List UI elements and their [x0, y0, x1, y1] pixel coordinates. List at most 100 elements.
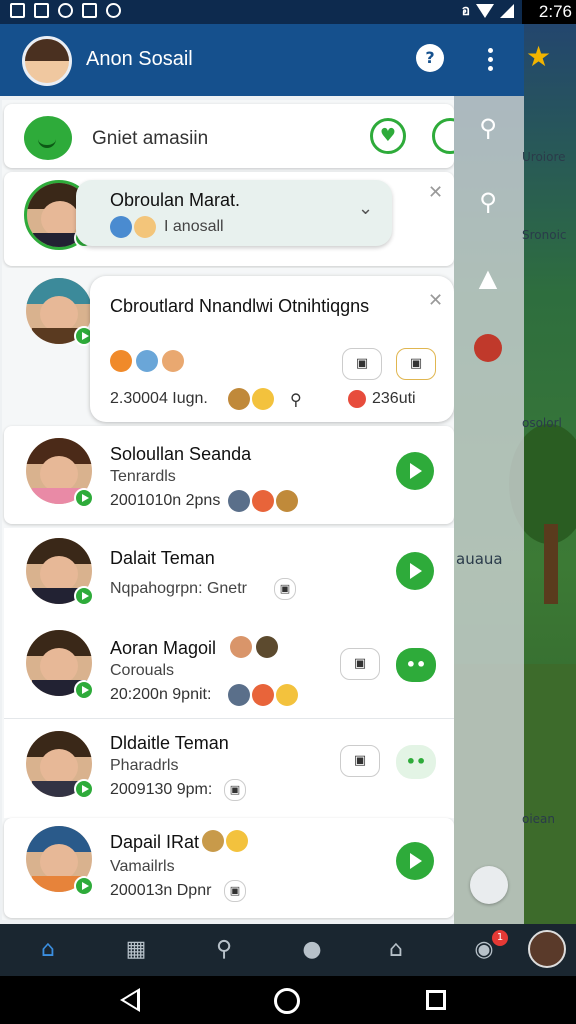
chat-row[interactable]: Dalait Teman Nqpahogrpn: Gnetr ▣: [4, 528, 454, 622]
chat-preview-card[interactable]: Obroulan Marat. I anosall ⌄: [76, 180, 392, 246]
more-options-icon[interactable]: [482, 46, 498, 74]
emoji-icon: [348, 390, 366, 408]
timestamp: 2.30004 Iugn.: [110, 390, 208, 407]
chat-row[interactable]: Dapail IRat Vamailrls 200013n Dpnr ▣: [4, 818, 454, 918]
video-call-button[interactable]: ▣: [342, 348, 382, 380]
online-status-icon: [74, 876, 94, 896]
app-screen: ★ อ 2:76 Anon Sosail ? ⚲ ⚲ ▲ Uroiore Sro…: [0, 0, 576, 1024]
contact-name: Dapail IRat: [110, 832, 200, 852]
store-icon[interactable]: ⌂: [378, 934, 414, 966]
emoji-icon: [252, 388, 274, 410]
last-message: Nqpahogrpn: Gnetr: [110, 580, 247, 597]
search-input[interactable]: Gniet amasiin: [92, 128, 208, 150]
favorite-heart-button[interactable]: ♥: [370, 118, 406, 154]
emoji-icon: [226, 830, 248, 852]
rail-label-osolorl: osolorl: [522, 416, 562, 430]
contact-name: Soloullan Seanda: [110, 444, 252, 464]
emoji-icon: [256, 636, 278, 658]
system-navigation-bar: [0, 976, 576, 1024]
emoji-icon: [228, 490, 250, 512]
emoji-icon: [252, 490, 274, 512]
online-status-icon: [74, 680, 94, 700]
media-icon: ▣: [224, 779, 246, 801]
search-icon[interactable]: ⚲: [206, 934, 242, 966]
app-title: Anon Sosail: [86, 48, 193, 70]
close-icon[interactable]: ✕: [428, 290, 443, 311]
chat-row[interactable]: Obroulan Marat. I anosall ⌄ ✕: [4, 172, 454, 266]
system-indicators: อ: [462, 3, 514, 19]
chat-bubble-icon: [24, 116, 72, 160]
chat-row[interactable]: Aoran Magoil Corouals 20:200n 9pnit: ▣ •…: [4, 622, 454, 718]
last-message: I anosall: [164, 218, 224, 235]
play-button[interactable]: [396, 552, 434, 590]
user-avatar[interactable]: [528, 930, 566, 968]
emoji-icon: [202, 830, 224, 852]
video-call-button[interactable]: ▣: [340, 648, 380, 680]
emoji-icon: [136, 350, 158, 372]
calendar-icon[interactable]: ▦: [118, 934, 154, 966]
emoji-icon: [110, 216, 132, 238]
help-button[interactable]: ?: [416, 44, 444, 72]
clock: 2:76: [538, 2, 572, 21]
gallery-notification-icon: [10, 3, 25, 18]
app-header: Anon Sosail ?: [0, 24, 524, 96]
last-message: Tenrardls: [110, 468, 176, 485]
chat-row[interactable]: Dldaitle Teman Pharadrls 2009130 9pm: ▣ …: [4, 718, 454, 818]
home-icon[interactable]: ⌂: [30, 934, 66, 966]
wifi-icon: [476, 4, 494, 18]
media-icon: ▣: [224, 880, 246, 902]
rail-label-sronoic: Sronoic: [522, 228, 567, 242]
emoji-button[interactable]: [432, 118, 454, 154]
last-message: Pharadrls: [110, 757, 179, 774]
game-notification-icon: [106, 3, 121, 18]
game-character-avatar[interactable]: [474, 334, 502, 362]
notification-icons: [10, 3, 121, 18]
last-message: Vamailrls: [110, 858, 175, 875]
video-call-button[interactable]: ▣: [340, 745, 380, 777]
rail-label-oiean: oiean: [522, 812, 556, 826]
star-icon[interactable]: ★: [526, 40, 551, 73]
gallery-button[interactable]: ▣: [396, 348, 436, 380]
emoji-icon: [228, 684, 250, 706]
signal-icon: [500, 4, 514, 18]
chat-row[interactable]: Soloullan Seanda Tenrardls 2001010n 2pns: [4, 426, 454, 524]
sailing-icon[interactable]: ▲: [466, 256, 510, 300]
chevron-down-icon[interactable]: ⌄: [358, 198, 373, 219]
timestamp: 20:200n 9pnit:: [110, 686, 212, 703]
online-status-icon: [74, 779, 94, 799]
bluetooth-icon: อ: [461, 3, 470, 19]
timestamp: 2009130 9pm:: [110, 781, 213, 798]
recent-apps-icon[interactable]: [426, 990, 446, 1010]
bottom-navigation: ⌂ ▦ ⚲ ● ⌂ ◉ 1: [0, 924, 524, 976]
attachment-icon: ⚲: [290, 392, 302, 409]
chat-list-panel: Gniet amasiin ♥ Obroulan Marat. I anosal…: [2, 100, 454, 920]
notification-badge: 1: [492, 930, 508, 946]
close-icon[interactable]: ✕: [428, 182, 443, 203]
location-pin-icon[interactable]: ⚲: [466, 180, 510, 224]
emoji-icon: [230, 636, 252, 658]
timestamp: 2001010n 2pns: [110, 492, 221, 509]
message-count: 236uti: [372, 390, 416, 407]
scroll-handle[interactable]: [470, 866, 508, 904]
message-button[interactable]: ••: [396, 648, 436, 682]
rail-label-uroiore: Uroiore: [522, 150, 566, 164]
emoji-icon: [110, 350, 132, 372]
back-icon[interactable]: [120, 988, 140, 1012]
play-button[interactable]: [396, 452, 434, 490]
play-button[interactable]: [396, 842, 434, 880]
emoji-icon: [228, 388, 250, 410]
search-bar[interactable]: Gniet amasiin ♥: [4, 104, 454, 168]
home-circle-icon[interactable]: [274, 988, 300, 1014]
profile-icon[interactable]: ●: [294, 934, 330, 966]
contact-name: Obroulan Marat.: [110, 190, 241, 210]
timestamp: 200013n Dpnr: [110, 882, 212, 899]
search-icon[interactable]: ⚲: [466, 106, 510, 150]
profile-avatar[interactable]: [22, 36, 72, 86]
emoji-icon: [276, 684, 298, 706]
steam-notification-icon: [58, 3, 73, 18]
chat-preview-card[interactable]: Cbroutlard Nnandlwi Otnihtiqgns ✕ ▣ ▣ 2.…: [90, 276, 454, 422]
message-button[interactable]: ••: [396, 745, 436, 779]
emoji-icon: [276, 490, 298, 512]
chat-row[interactable]: Cbroutlard Nnandlwi Otnihtiqgns ✕ ▣ ▣ 2.…: [4, 268, 454, 428]
online-status-icon: [74, 488, 94, 508]
